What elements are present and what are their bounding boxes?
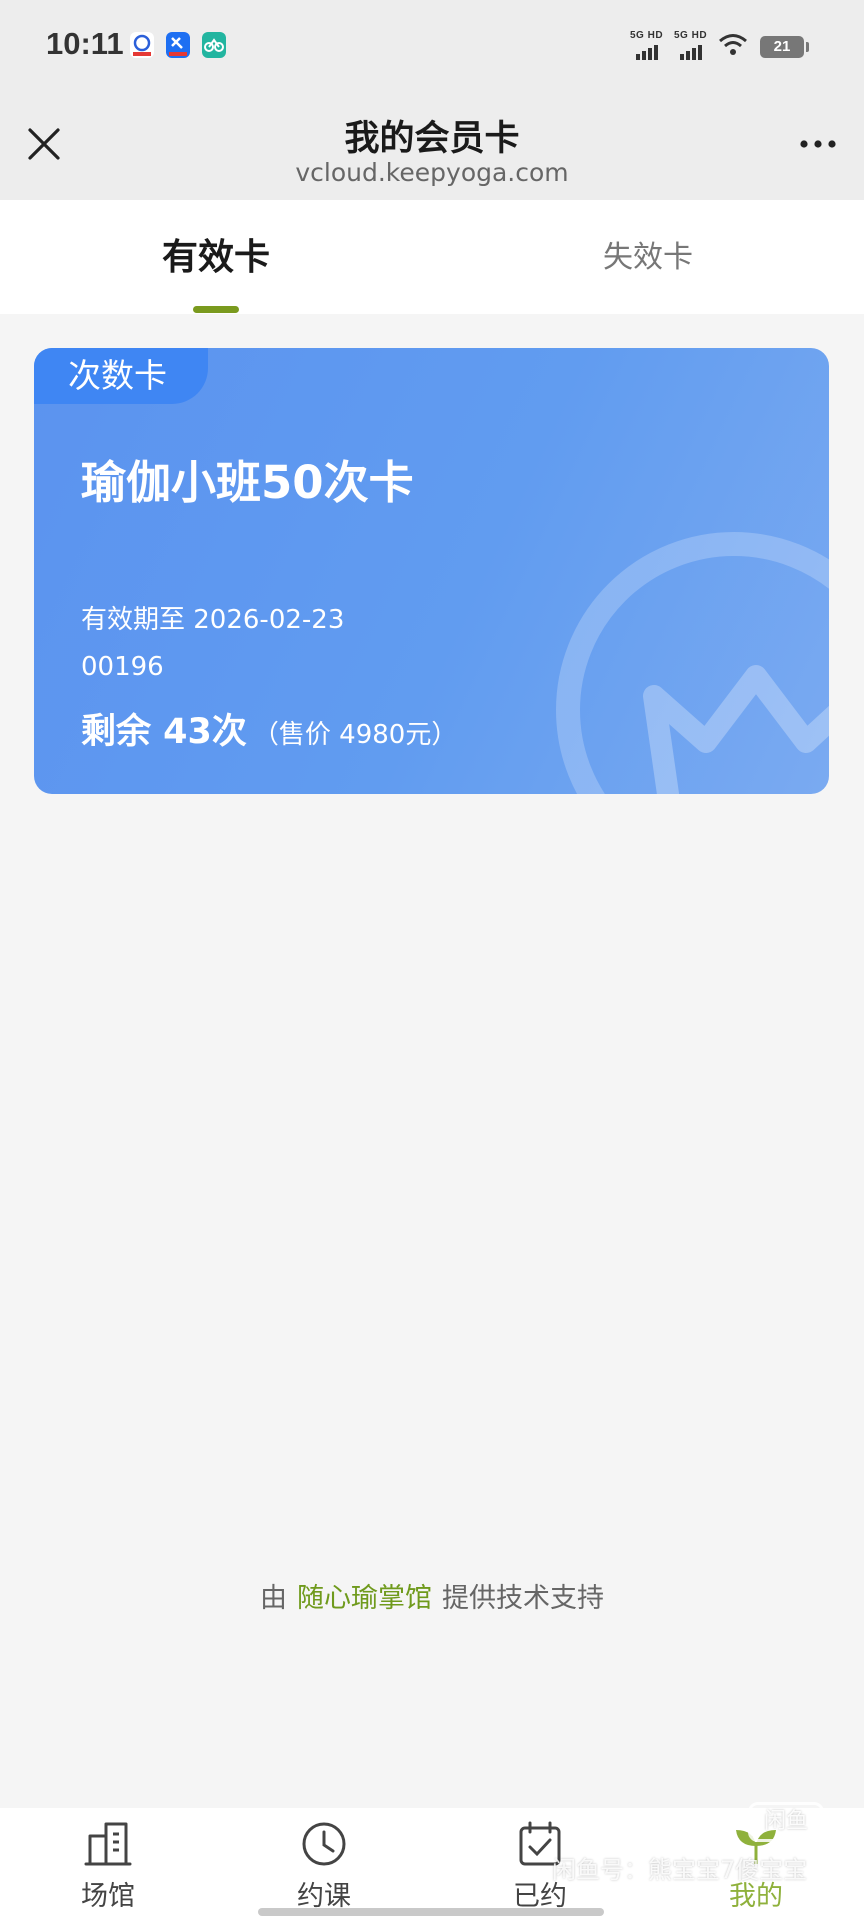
card-type-badge: 次数卡 — [34, 348, 208, 404]
nav-item-book-class[interactable]: 约课 — [216, 1808, 432, 1920]
wifi-icon — [718, 32, 748, 62]
remaining-count: 剩余 43次 — [81, 712, 247, 752]
card-tabs: 有效卡 失效卡 — [0, 200, 864, 314]
home-indicator[interactable] — [258, 1908, 604, 1916]
tab-expired-cards[interactable]: 失效卡 — [432, 200, 864, 314]
signal-icon: 5G HD — [630, 30, 666, 60]
nav-item-venue[interactable]: 场馆 — [0, 1808, 216, 1920]
tech-support-credit: 由随心瑜掌馆 提供技术支持 — [0, 1576, 864, 1615]
page-title: 我的会员卡 — [344, 119, 520, 159]
credit-suffix: 提供技术支持 — [442, 1583, 604, 1614]
card-expiry: 有效期至 2026-02-23 — [81, 605, 345, 635]
credit-prefix: 由 — [260, 1583, 287, 1614]
crown-icon — [556, 532, 829, 794]
nav-label: 场馆 — [81, 1881, 135, 1912]
battery-icon: 21 — [760, 36, 809, 58]
tab-valid-cards[interactable]: 有效卡 — [0, 200, 432, 314]
status-indicators: 5G HD 5G HD 21 — [630, 30, 820, 62]
clock-icon — [302, 1822, 346, 1866]
eleme-icon — [166, 32, 190, 58]
membership-card[interactable]: 次数卡 瑜伽小班50次卡 有效期至 2026-02-23 00196 剩余 43… — [34, 348, 829, 794]
page-subtitle: vcloud.keepyoga.com — [295, 158, 569, 187]
building-icon — [84, 1822, 132, 1866]
card-remaining: 剩余 43次 （售价 4980元） — [81, 703, 457, 754]
card-price: （售价 4980元） — [252, 720, 458, 750]
tab-indicator — [193, 306, 239, 313]
status-time: 10:11 — [46, 26, 124, 61]
more-icon[interactable] — [794, 126, 842, 162]
watermark-logo: 闲鱼 — [748, 1802, 824, 1842]
credit-brand-link[interactable]: 随心瑜掌馆 — [297, 1583, 432, 1614]
nav-header: 我的会员卡 vcloud.keepyoga.com — [0, 92, 864, 200]
card-name: 瑜伽小班50次卡 — [81, 456, 414, 509]
baidu-icon — [130, 32, 154, 58]
status-bar: 10:11 5G HD 5G HD 21 — [0, 0, 864, 92]
bike-icon — [202, 32, 226, 58]
signal-icon: 5G HD — [674, 30, 710, 60]
card-number: 00196 — [81, 652, 164, 682]
watermark: 闲鱼号：熊宝宝7傻宝宝 — [552, 1856, 808, 1884]
